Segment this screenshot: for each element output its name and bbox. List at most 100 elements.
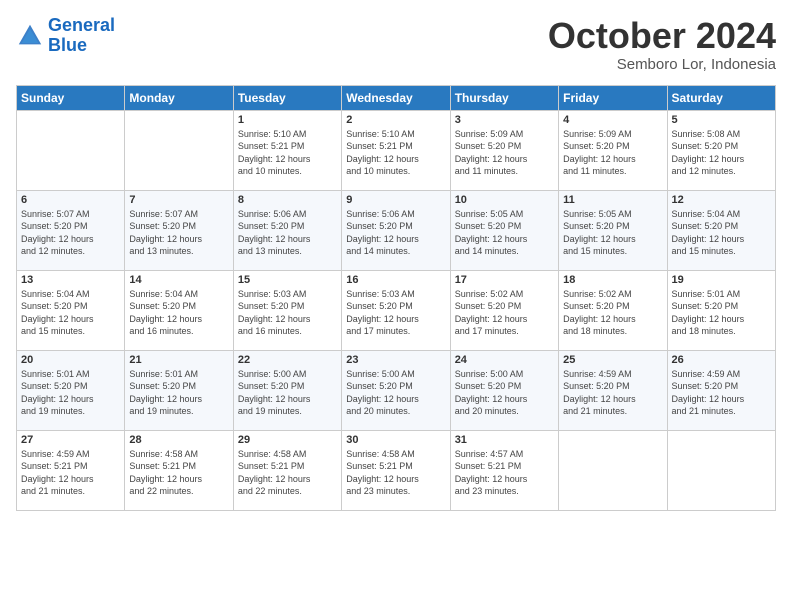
day-info: Sunrise: 5:00 AM Sunset: 5:20 PM Dayligh… xyxy=(455,368,554,418)
day-number: 10 xyxy=(455,194,554,206)
week-row-4: 20 Sunrise: 5:01 AM Sunset: 5:20 PM Dayli… xyxy=(17,350,776,430)
calendar-cell: 8 Sunrise: 5:06 AM Sunset: 5:20 PM Daylig… xyxy=(233,190,341,270)
logo: General Blue xyxy=(16,16,115,56)
location-subtitle: Semboro Lor, Indonesia xyxy=(548,56,776,73)
day-number: 6 xyxy=(21,194,120,206)
page-header: General Blue October 2024 Semboro Lor, I… xyxy=(16,16,776,73)
day-info: Sunrise: 5:00 AM Sunset: 5:20 PM Dayligh… xyxy=(238,368,337,418)
day-number: 4 xyxy=(563,114,662,126)
day-number: 5 xyxy=(672,114,771,126)
day-info: Sunrise: 5:04 AM Sunset: 5:20 PM Dayligh… xyxy=(129,288,228,338)
day-info: Sunrise: 4:59 AM Sunset: 5:20 PM Dayligh… xyxy=(672,368,771,418)
day-info: Sunrise: 5:00 AM Sunset: 5:20 PM Dayligh… xyxy=(346,368,445,418)
day-number: 1 xyxy=(238,114,337,126)
weekday-header-saturday: Saturday xyxy=(667,85,775,110)
day-number: 30 xyxy=(346,434,445,446)
week-row-3: 13 Sunrise: 5:04 AM Sunset: 5:20 PM Dayli… xyxy=(17,270,776,350)
week-row-5: 27 Sunrise: 4:59 AM Sunset: 5:21 PM Dayli… xyxy=(17,430,776,510)
day-number: 24 xyxy=(455,354,554,366)
calendar-cell: 3Sunrise: 5:09 AM Sunset: 5:20 PM Daylig… xyxy=(450,110,558,190)
calendar-cell: 19 Sunrise: 5:01 AM Sunset: 5:20 PM Dayli… xyxy=(667,270,775,350)
day-number: 13 xyxy=(21,274,120,286)
day-info: Sunrise: 5:09 AM Sunset: 5:20 PM Dayligh… xyxy=(455,128,554,178)
day-number: 2 xyxy=(346,114,445,126)
day-number: 31 xyxy=(455,434,554,446)
weekday-header-wednesday: Wednesday xyxy=(342,85,450,110)
day-number: 8 xyxy=(238,194,337,206)
calendar-cell: 7 Sunrise: 5:07 AM Sunset: 5:20 PM Daylig… xyxy=(125,190,233,270)
day-number: 9 xyxy=(346,194,445,206)
weekday-header-monday: Monday xyxy=(125,85,233,110)
logo-blue: Blue xyxy=(48,35,87,55)
day-info: Sunrise: 5:01 AM Sunset: 5:20 PM Dayligh… xyxy=(672,288,771,338)
calendar-cell: 10Sunrise: 5:05 AM Sunset: 5:20 PM Dayli… xyxy=(450,190,558,270)
calendar-cell xyxy=(17,110,125,190)
calendar-cell: 25 Sunrise: 4:59 AM Sunset: 5:20 PM Dayli… xyxy=(559,350,667,430)
day-info: Sunrise: 5:01 AM Sunset: 5:20 PM Dayligh… xyxy=(21,368,120,418)
day-info: Sunrise: 5:07 AM Sunset: 5:20 PM Dayligh… xyxy=(129,208,228,258)
day-number: 7 xyxy=(129,194,228,206)
day-info: Sunrise: 5:08 AM Sunset: 5:20 PM Dayligh… xyxy=(672,128,771,178)
day-number: 20 xyxy=(21,354,120,366)
calendar-cell xyxy=(667,430,775,510)
calendar-cell: 16Sunrise: 5:03 AM Sunset: 5:20 PM Dayli… xyxy=(342,270,450,350)
day-number: 19 xyxy=(672,274,771,286)
calendar-cell: 20 Sunrise: 5:01 AM Sunset: 5:20 PM Dayli… xyxy=(17,350,125,430)
day-number: 23 xyxy=(346,354,445,366)
header-row: SundayMondayTuesdayWednesdayThursdayFrid… xyxy=(17,85,776,110)
day-number: 26 xyxy=(672,354,771,366)
calendar-cell: 11 Sunrise: 5:05 AM Sunset: 5:20 PM Dayli… xyxy=(559,190,667,270)
logo-general: General xyxy=(48,15,115,35)
day-number: 27 xyxy=(21,434,120,446)
calendar-cell: 18 Sunrise: 5:02 AM Sunset: 5:20 PM Dayli… xyxy=(559,270,667,350)
calendar-cell xyxy=(559,430,667,510)
day-number: 14 xyxy=(129,274,228,286)
calendar-cell: 13Sunrise: 5:04 AM Sunset: 5:20 PM Dayli… xyxy=(17,270,125,350)
day-info: Sunrise: 5:10 AM Sunset: 5:21 PM Dayligh… xyxy=(238,128,337,178)
calendar-cell: 31 Sunrise: 4:57 AM Sunset: 5:21 PM Dayli… xyxy=(450,430,558,510)
day-number: 11 xyxy=(563,194,662,206)
day-info: Sunrise: 5:10 AM Sunset: 5:21 PM Dayligh… xyxy=(346,128,445,178)
weekday-header-tuesday: Tuesday xyxy=(233,85,341,110)
calendar-cell: 21Sunrise: 5:01 AM Sunset: 5:20 PM Dayli… xyxy=(125,350,233,430)
day-info: Sunrise: 4:58 AM Sunset: 5:21 PM Dayligh… xyxy=(238,448,337,498)
day-number: 29 xyxy=(238,434,337,446)
calendar-cell: 1 Sunrise: 5:10 AM Sunset: 5:21 PM Daylig… xyxy=(233,110,341,190)
calendar-cell: 12Sunrise: 5:04 AM Sunset: 5:20 PM Dayli… xyxy=(667,190,775,270)
day-number: 25 xyxy=(563,354,662,366)
calendar-cell: 14 Sunrise: 5:04 AM Sunset: 5:20 PM Dayli… xyxy=(125,270,233,350)
day-info: Sunrise: 4:59 AM Sunset: 5:20 PM Dayligh… xyxy=(563,368,662,418)
weekday-header-thursday: Thursday xyxy=(450,85,558,110)
day-info: Sunrise: 5:02 AM Sunset: 5:20 PM Dayligh… xyxy=(563,288,662,338)
month-title: October 2024 xyxy=(548,16,776,56)
day-number: 18 xyxy=(563,274,662,286)
calendar-cell: 28 Sunrise: 4:58 AM Sunset: 5:21 PM Dayli… xyxy=(125,430,233,510)
day-info: Sunrise: 4:59 AM Sunset: 5:21 PM Dayligh… xyxy=(21,448,120,498)
calendar-cell: 2 Sunrise: 5:10 AM Sunset: 5:21 PM Daylig… xyxy=(342,110,450,190)
weekday-header-sunday: Sunday xyxy=(17,85,125,110)
calendar-cell: 29 Sunrise: 4:58 AM Sunset: 5:21 PM Dayli… xyxy=(233,430,341,510)
day-info: Sunrise: 5:02 AM Sunset: 5:20 PM Dayligh… xyxy=(455,288,554,338)
day-info: Sunrise: 5:06 AM Sunset: 5:20 PM Dayligh… xyxy=(346,208,445,258)
day-info: Sunrise: 5:05 AM Sunset: 5:20 PM Dayligh… xyxy=(563,208,662,258)
week-row-2: 6 Sunrise: 5:07 AM Sunset: 5:20 PM Daylig… xyxy=(17,190,776,270)
calendar-cell: 23 Sunrise: 5:00 AM Sunset: 5:20 PM Dayli… xyxy=(342,350,450,430)
calendar-cell: 27 Sunrise: 4:59 AM Sunset: 5:21 PM Dayli… xyxy=(17,430,125,510)
day-info: Sunrise: 4:58 AM Sunset: 5:21 PM Dayligh… xyxy=(129,448,228,498)
day-number: 28 xyxy=(129,434,228,446)
day-info: Sunrise: 4:58 AM Sunset: 5:21 PM Dayligh… xyxy=(346,448,445,498)
calendar-cell: 4Sunrise: 5:09 AM Sunset: 5:20 PM Daylig… xyxy=(559,110,667,190)
day-info: Sunrise: 5:03 AM Sunset: 5:20 PM Dayligh… xyxy=(238,288,337,338)
calendar-cell: 24 Sunrise: 5:00 AM Sunset: 5:20 PM Dayli… xyxy=(450,350,558,430)
logo-icon xyxy=(16,22,44,50)
weekday-header-friday: Friday xyxy=(559,85,667,110)
day-number: 21 xyxy=(129,354,228,366)
calendar-cell: 22Sunrise: 5:00 AM Sunset: 5:20 PM Dayli… xyxy=(233,350,341,430)
calendar-cell: 9 Sunrise: 5:06 AM Sunset: 5:20 PM Daylig… xyxy=(342,190,450,270)
day-number: 12 xyxy=(672,194,771,206)
calendar-cell xyxy=(125,110,233,190)
day-info: Sunrise: 4:57 AM Sunset: 5:21 PM Dayligh… xyxy=(455,448,554,498)
calendar-cell: 6Sunrise: 5:07 AM Sunset: 5:20 PM Daylig… xyxy=(17,190,125,270)
day-info: Sunrise: 5:03 AM Sunset: 5:20 PM Dayligh… xyxy=(346,288,445,338)
day-info: Sunrise: 5:06 AM Sunset: 5:20 PM Dayligh… xyxy=(238,208,337,258)
